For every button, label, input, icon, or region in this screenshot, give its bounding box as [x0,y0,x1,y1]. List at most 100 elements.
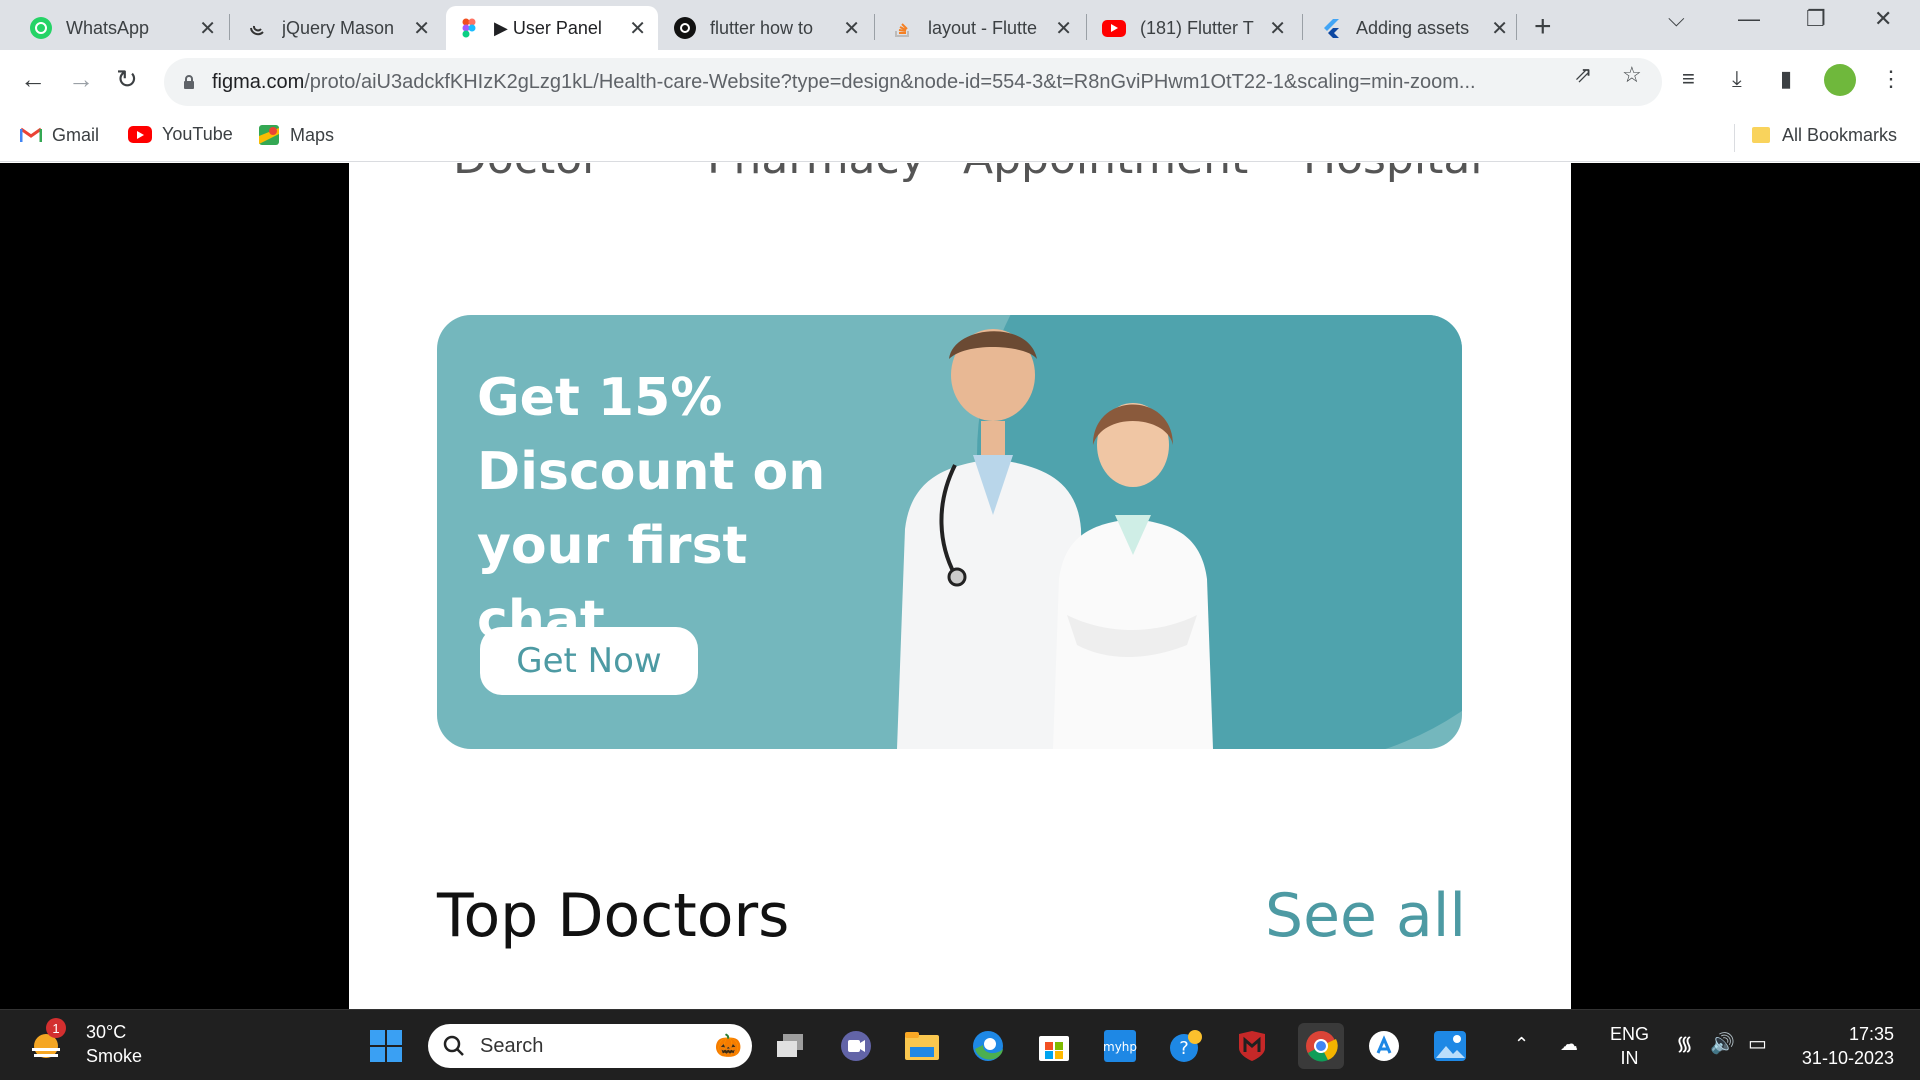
youtube-icon [1102,19,1126,37]
figma-prototype-viewport: Doctor Pharmacy Appointment Hospital [0,163,1920,1009]
tab-chatgpt[interactable]: flutter how to ✕ [662,6,872,50]
chrome-icon[interactable] [1298,1023,1344,1069]
category-doctor[interactable]: Doctor [453,163,600,184]
download-icon[interactable]: ⤓ [1732,66,1742,92]
photos-icon[interactable] [1430,1026,1470,1066]
discount-banner: Get 15% Discount on your first chat Get … [437,315,1462,749]
close-tab-icon[interactable]: ✕ [1055,16,1072,41]
restore-icon[interactable]: ❐ [1806,6,1826,32]
bookmark-star-icon[interactable]: ☆ [1622,62,1642,88]
volume-icon[interactable]: 🔊 [1710,1032,1735,1056]
clock[interactable]: 17:35 31-10-2023 [1794,1022,1894,1070]
stackoverflow-icon [892,17,914,39]
close-tab-icon[interactable]: ✕ [1269,16,1286,41]
see-all-link[interactable]: See all [1265,881,1466,951]
weather-widget[interactable]: 1 30°C Smoke [26,1018,143,1068]
tab-label: (181) Flutter T [1140,17,1254,38]
reload-icon[interactable]: ↻ [116,64,138,95]
close-tab-icon[interactable]: ✕ [413,16,430,41]
windows-taskbar: 1 30°C Smoke Search 🎃 myhp ? ⌃ ☁ ENG IN … [0,1009,1920,1080]
bookmark-youtube[interactable]: YouTube [128,124,233,145]
category-pharmacy[interactable]: Pharmacy [707,163,926,184]
new-tab-icon[interactable]: + [1534,10,1552,44]
bookmark-gmail[interactable]: Gmail [20,124,99,146]
lock-icon [184,75,194,89]
tab-jquery[interactable]: jQuery Mason ✕ [234,6,442,50]
weather-desc: Smoke [86,1046,143,1066]
folder-icon [1750,124,1772,146]
minimize-icon[interactable]: — [1738,6,1760,32]
tab-label: Adding assets [1356,17,1470,38]
get-help-icon[interactable]: ? [1166,1026,1206,1066]
doctors-illustration [897,329,1213,749]
tab-whatsapp[interactable]: WhatsApp ✕ [18,6,228,50]
clock-date: 31-10-2023 [1801,1048,1894,1068]
halloween-pumpkin-icon: 🎃 [714,1033,742,1058]
all-bookmarks[interactable]: All Bookmarks [1750,124,1897,146]
bookmarks-bar: Gmail YouTube Maps All Bookmarks [0,114,1920,162]
url-host: figma.com [212,70,305,93]
task-view-icon[interactable] [770,1026,810,1066]
youtube-icon [128,126,152,143]
top-doctors-heading: Top Doctors [437,881,790,951]
notification-badge: 1 [46,1018,66,1038]
show-hidden-icons-chevron-icon[interactable]: ⌃ [1514,1032,1529,1056]
close-window-icon[interactable]: ✕ [1874,6,1892,32]
tab-label: flutter how to [710,17,814,38]
language-region: IN [1620,1048,1639,1068]
tab-stackoverflow[interactable]: layout - Flutte ✕ [880,6,1084,50]
language-indicator[interactable]: ENG IN [1610,1022,1649,1070]
jquery-icon [246,17,268,39]
health-care-page: Doctor Pharmacy Appointment Hospital [349,163,1571,1009]
wifi-icon[interactable]: ᯾ [1676,1032,1693,1056]
whatsapp-icon [30,17,52,39]
forward-icon[interactable]: → [68,64,94,95]
taskbar-search[interactable]: Search 🎃 [428,1024,752,1068]
banner-headline: Get 15% Discount on your first chat [477,368,826,650]
tab-divider [1516,14,1517,40]
tab-divider [1302,14,1303,40]
close-tab-icon[interactable]: ✕ [1491,16,1508,41]
all-bookmarks-label: All Bookmarks [1782,124,1898,145]
reading-list-icon[interactable]: ≡ [1682,66,1695,92]
app-store-icon[interactable] [1364,1026,1404,1066]
url-text: figma.com/proto/aiU3adckfKHIzK2gLzg1kL/H… [212,71,1552,94]
tab-divider [1086,14,1087,40]
tab-label: layout - Flutte [928,17,1038,38]
edge-browser-icon[interactable] [968,1026,1008,1066]
tab-youtube-flutter[interactable]: (181) Flutter T ✕ [1090,6,1298,50]
address-bar[interactable]: figma.com/proto/aiU3adckfKHIzK2gLzg1kL/H… [164,58,1662,106]
menu-kebab-icon[interactable]: ⋮ [1880,66,1902,92]
mcafee-icon[interactable] [1232,1026,1272,1066]
tab-divider [874,14,875,40]
tab-flutter-assets[interactable]: Adding assets ✕ [1308,6,1520,50]
category-appointment[interactable]: Appointment [963,163,1248,184]
back-icon[interactable]: ← [20,64,46,95]
category-row: Doctor Pharmacy Appointment Hospital [349,163,1571,193]
profile-avatar-icon[interactable] [1824,64,1856,96]
side-panel-icon[interactable]: ▮ [1780,66,1792,92]
tab-search-chevron-icon[interactable]: ⌵ [1668,6,1685,32]
svg-text:?: ? [1179,1038,1189,1059]
file-explorer-icon[interactable] [902,1026,942,1066]
bookmark-label: YouTube [162,124,233,144]
share-icon[interactable]: ⇗ [1574,62,1592,88]
close-tab-icon[interactable]: ✕ [199,16,216,41]
bookmark-maps[interactable]: Maps [258,124,334,146]
category-hospital[interactable]: Hospital [1303,163,1483,184]
search-icon [443,1035,464,1056]
windows-start-icon[interactable] [366,1026,406,1066]
bookmarks-divider [1734,124,1735,152]
get-now-button[interactable]: Get Now [480,627,698,695]
microsoft-store-icon[interactable] [1034,1026,1074,1066]
figma-icon [458,17,480,39]
tab-figma-user-panel[interactable]: ▶ User Panel ✕ [446,6,658,50]
teams-chat-icon[interactable] [836,1026,876,1066]
close-tab-icon[interactable]: ✕ [843,16,860,41]
tab-divider [229,14,230,40]
battery-icon[interactable]: ▭ [1748,1032,1767,1056]
close-tab-icon[interactable]: ✕ [629,16,646,41]
browser-chrome: WhatsApp ✕ jQuery Mason ✕ ▶ User Panel ✕… [0,0,1920,163]
myhp-icon[interactable]: myhp [1100,1026,1140,1066]
onedrive-icon[interactable]: ☁ [1560,1032,1578,1056]
